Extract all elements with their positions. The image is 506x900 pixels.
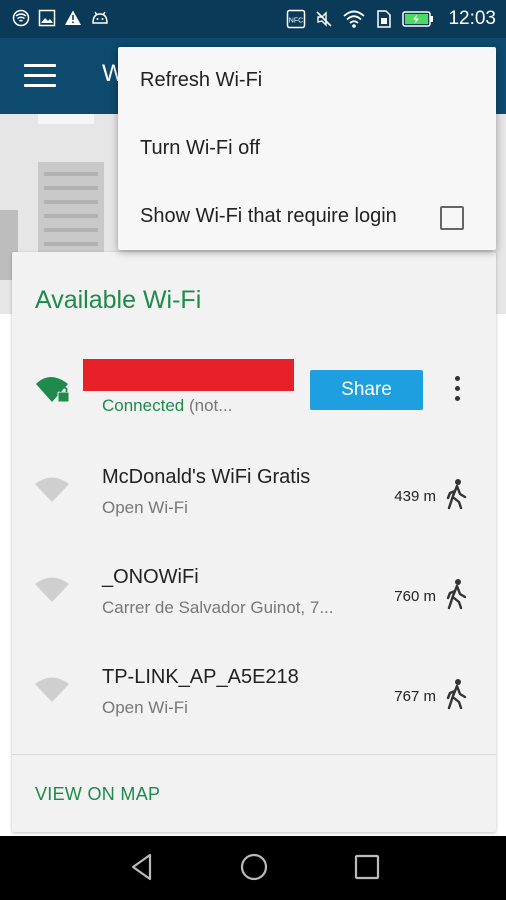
status-bar: NFC 12:03: [0, 0, 506, 38]
share-button[interactable]: Share: [310, 370, 423, 410]
connected-label: Connected: [102, 396, 185, 415]
network-name: TP-LINK_AP_A5E218: [102, 666, 299, 688]
wifi-open-icon: [34, 574, 70, 609]
clock: 12:03: [448, 8, 496, 29]
sim-icon: [374, 9, 394, 29]
connected-detail: (not...: [184, 396, 233, 415]
wifi-locked-icon: [34, 372, 74, 411]
mute-icon: [314, 9, 334, 29]
more-options-icon[interactable]: [452, 376, 462, 404]
view-on-map-button[interactable]: VIEW ON MAP: [35, 784, 160, 805]
menu-item-show-login-wifi[interactable]: Show Wi-Fi that require login: [118, 183, 496, 250]
wifi-signal-icon: [342, 9, 366, 29]
nfc-icon: NFC: [286, 9, 306, 29]
network-subtitle: Open Wi-Fi: [102, 698, 188, 717]
card-title: Available Wi-Fi: [35, 286, 202, 314]
recents-icon[interactable]: [353, 852, 381, 887]
network-row[interactable]: McDonald's WiFi Gratis Open Wi-Fi 439 m: [12, 446, 496, 546]
battery-charging-icon: [402, 9, 434, 29]
network-distance: 439 m: [394, 488, 436, 505]
menu-item-label: Refresh Wi-Fi: [140, 69, 263, 91]
menu-item-label: Show Wi-Fi that require login: [140, 205, 397, 227]
overflow-menu: Refresh Wi-Fi Turn Wi-Fi off Show Wi-Fi …: [118, 47, 496, 250]
network-subtitle: Open Wi-Fi: [102, 498, 188, 517]
menu-item-turn-wifi-off[interactable]: Turn Wi-Fi off: [118, 115, 496, 182]
hamburger-menu-icon[interactable]: [24, 64, 56, 88]
wifi-hotspot-icon: [12, 9, 30, 27]
android-icon: [90, 9, 110, 27]
warning-icon: [64, 9, 82, 27]
back-icon[interactable]: [128, 852, 156, 887]
status-left-icons: [12, 9, 110, 27]
wifi-open-icon: [34, 474, 70, 509]
walking-icon: [446, 478, 468, 515]
network-name: McDonald's WiFi Gratis: [102, 466, 311, 488]
network-row[interactable]: _ONOWiFi Carrer de Salvador Guinot, 7...…: [12, 546, 496, 646]
menu-item-refresh-wifi[interactable]: Refresh Wi-Fi: [118, 47, 496, 114]
status-right-icons: NFC 12:03: [286, 7, 496, 31]
network-distance: 760 m: [394, 588, 436, 605]
card-divider: [12, 754, 496, 755]
svg-text:NFC: NFC: [289, 18, 303, 25]
available-wifi-card: Available Wi-Fi Connected (not... Share …: [12, 252, 496, 832]
home-icon[interactable]: [239, 852, 269, 887]
redacted-network-name: [83, 359, 294, 391]
menu-item-label: Turn Wi-Fi off: [140, 137, 261, 159]
login-wifi-checkbox[interactable]: [440, 206, 464, 230]
wifi-open-icon: [34, 674, 70, 709]
walking-icon: [446, 678, 468, 715]
network-subtitle: Carrer de Salvador Guinot, 7...: [102, 598, 334, 617]
connection-status: Connected (not...: [102, 396, 232, 416]
network-distance: 767 m: [394, 688, 436, 705]
network-row[interactable]: TP-LINK_AP_A5E218 Open Wi-Fi 767 m: [12, 646, 496, 746]
image-icon: [38, 9, 56, 27]
navigation-bar: [0, 836, 506, 900]
network-name: _ONOWiFi: [102, 566, 199, 588]
walking-icon: [446, 578, 468, 615]
illustration-sign: [38, 114, 94, 124]
